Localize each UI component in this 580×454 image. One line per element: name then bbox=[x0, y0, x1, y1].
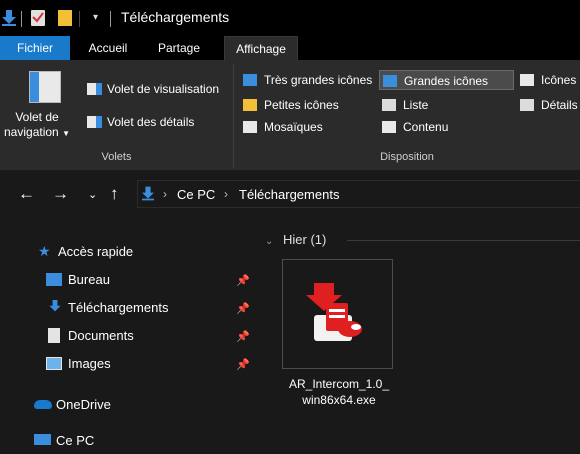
pin-icon[interactable]: 📌 bbox=[236, 274, 250, 287]
ribbon-panel: Volet de navigation ▼ Volet de visualisa… bbox=[0, 60, 580, 171]
layout-small-icons[interactable]: Petites icônes bbox=[240, 95, 378, 115]
up-arrow-icon[interactable]: ↑ bbox=[110, 184, 119, 204]
layout-details[interactable]: Détails bbox=[517, 95, 580, 115]
tab-home[interactable]: Accueil bbox=[79, 36, 137, 60]
nav-item-downloads[interactable]: Téléchargements bbox=[46, 297, 168, 319]
nav-item-desktop-label: Bureau bbox=[68, 272, 110, 287]
nav-onedrive-label: OneDrive bbox=[56, 397, 111, 412]
tiles-view-icon bbox=[243, 121, 257, 133]
list-view-icon bbox=[382, 99, 396, 111]
nav-item-pictures[interactable]: Images bbox=[46, 353, 111, 375]
layout-extra-large-icons[interactable]: Très grandes icônes bbox=[240, 70, 378, 90]
layout-list[interactable]: Liste bbox=[379, 95, 514, 115]
download-folder-icon[interactable] bbox=[2, 10, 16, 26]
recent-locations-chevron-icon[interactable]: ⌄ bbox=[88, 188, 97, 201]
medium-icons-icon bbox=[520, 74, 534, 86]
computer-icon bbox=[34, 434, 51, 445]
group-header-yesterday[interactable]: ⌄ Hier (1) bbox=[265, 232, 326, 247]
layout-large-icons-label: Grandes icônes bbox=[404, 74, 489, 88]
layout-large-icons[interactable]: Grandes icônes bbox=[379, 70, 514, 90]
nav-item-downloads-label: Téléchargements bbox=[68, 300, 169, 315]
layout-details-label: Détails bbox=[541, 98, 578, 112]
breadcrumb-this-pc[interactable]: Ce PC bbox=[177, 187, 215, 202]
download-folder-icon bbox=[49, 300, 61, 312]
installer-exe-icon bbox=[306, 283, 362, 341]
details-pane-icon bbox=[87, 116, 102, 128]
layout-list-label: Liste bbox=[403, 98, 429, 112]
layout-content-label: Contenu bbox=[403, 120, 449, 134]
new-folder-icon[interactable] bbox=[58, 10, 72, 26]
extra-large-icons-icon bbox=[243, 74, 257, 86]
breadcrumb-separator-icon: › bbox=[163, 187, 167, 201]
nav-item-desktop[interactable]: Bureau bbox=[46, 269, 110, 291]
layout-content[interactable]: Contenu bbox=[379, 117, 514, 137]
content-view-icon bbox=[382, 121, 396, 133]
layout-tiles-label: Mosaïques bbox=[264, 120, 323, 134]
tab-share[interactable]: Partage bbox=[146, 36, 212, 60]
downloads-location-icon bbox=[142, 186, 154, 201]
group-header-label: Hier (1) bbox=[283, 232, 327, 247]
small-icons-icon bbox=[243, 99, 257, 111]
tab-view[interactable]: Affichage bbox=[224, 36, 298, 61]
pin-icon[interactable]: 📌 bbox=[236, 358, 250, 371]
address-toolbar: ← → ⌄ ↑ › Ce PC › Téléchargements bbox=[0, 172, 580, 216]
nav-item-documents[interactable]: Documents bbox=[46, 325, 134, 347]
back-arrow-icon[interactable]: ← bbox=[18, 184, 35, 204]
file-name[interactable]: AR_Intercom_1.0_ win86x64.exe bbox=[269, 376, 409, 408]
navigation-pane-button[interactable]: Volet de navigation ▼ bbox=[2, 110, 72, 141]
nav-this-pc[interactable]: Ce PC bbox=[34, 430, 94, 452]
desktop-folder-icon bbox=[46, 273, 62, 286]
ribbon-tabs: Fichier Accueil Partage Affichage bbox=[0, 36, 580, 61]
chevron-down-icon: ▼ bbox=[62, 129, 70, 138]
preview-pane-icon bbox=[87, 83, 102, 95]
panes-group-label: Volets bbox=[101, 151, 132, 163]
nav-item-pictures-label: Images bbox=[68, 356, 111, 371]
breadcrumb-downloads[interactable]: Téléchargements bbox=[239, 187, 339, 202]
title-bar: ▾ Téléchargements bbox=[0, 0, 580, 36]
breadcrumb-separator-icon: › bbox=[224, 187, 228, 201]
customize-quick-access-chevron-icon[interactable]: ▾ bbox=[93, 12, 98, 23]
nav-quick-access[interactable]: ★ Accès rapide bbox=[38, 241, 133, 263]
nav-this-pc-label: Ce PC bbox=[56, 433, 95, 448]
pictures-folder-icon bbox=[46, 357, 62, 370]
quick-access-divider bbox=[79, 11, 80, 27]
large-icons-icon bbox=[383, 75, 397, 87]
nav-item-documents-label: Documents bbox=[68, 328, 134, 343]
quick-access-divider bbox=[21, 11, 22, 27]
nav-quick-access-label: Accès rapide bbox=[58, 244, 134, 259]
cloud-icon bbox=[34, 400, 52, 409]
details-pane-label: Volet des détails bbox=[107, 115, 195, 129]
layout-medium-icons[interactable]: Icônes bbox=[517, 70, 580, 90]
file-list: ⌄ Hier (1) AR_Intercom_1.0_ win86x64.exe bbox=[255, 216, 580, 454]
address-bar[interactable]: › Ce PC › Téléchargements bbox=[137, 180, 580, 208]
window-title: Téléchargements bbox=[121, 9, 230, 25]
forward-arrow-icon[interactable]: → bbox=[52, 184, 69, 204]
title-divider bbox=[110, 11, 111, 27]
layout-extra-large-icons-label: Très grandes icônes bbox=[264, 73, 373, 87]
nav-onedrive[interactable]: OneDrive bbox=[34, 394, 111, 416]
properties-checkbox-icon[interactable] bbox=[31, 10, 45, 26]
details-view-icon bbox=[520, 99, 534, 111]
layout-medium-icons-label: Icônes bbox=[541, 73, 577, 87]
tab-file[interactable]: Fichier bbox=[0, 36, 70, 60]
documents-folder-icon bbox=[48, 328, 60, 343]
chevron-down-icon: ⌄ bbox=[265, 236, 274, 247]
pin-icon[interactable]: 📌 bbox=[236, 302, 250, 315]
star-icon: ★ bbox=[38, 243, 51, 259]
group-divider bbox=[347, 240, 580, 241]
preview-pane-label: Volet de visualisation bbox=[107, 82, 220, 96]
preview-pane-button[interactable]: Volet de visualisation bbox=[87, 80, 219, 98]
navigation-pane-icon[interactable] bbox=[29, 71, 61, 103]
file-name-line-2: win86x64.exe bbox=[302, 393, 376, 407]
layout-small-icons-label: Petites icônes bbox=[264, 98, 339, 112]
pin-icon[interactable]: 📌 bbox=[236, 330, 250, 343]
details-pane-button[interactable]: Volet des détails bbox=[87, 113, 194, 131]
navigation-pane: ★ Accès rapide Bureau 📌 Téléchargements … bbox=[0, 216, 255, 454]
layout-group-label: Disposition bbox=[380, 151, 434, 163]
layout-tiles[interactable]: Mosaïques bbox=[240, 117, 378, 137]
file-name-line-1: AR_Intercom_1.0_ bbox=[288, 377, 390, 391]
file-item[interactable] bbox=[282, 259, 393, 369]
navigation-pane-label: Volet de navigation bbox=[4, 110, 59, 139]
